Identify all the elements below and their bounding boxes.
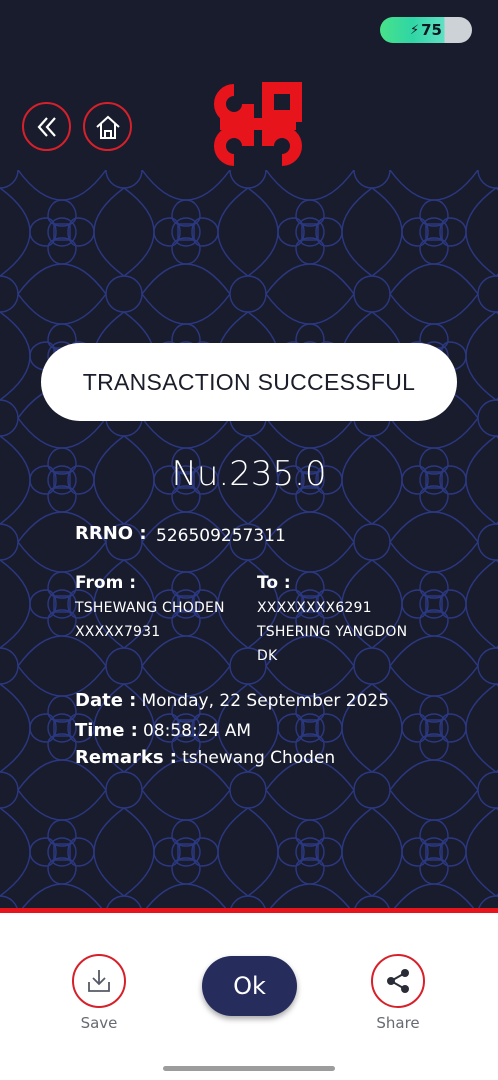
to-account: XXXXXXXX6291	[257, 600, 372, 616]
share-button[interactable]	[371, 954, 425, 1008]
ok-button[interactable]: Ok	[202, 956, 297, 1016]
save-label: Save	[80, 1014, 118, 1032]
rrno-label: RRNO :	[75, 523, 147, 544]
date-row: Date : Monday, 22 September 2025	[75, 690, 389, 711]
remarks-value: tshewang Choden	[182, 748, 336, 768]
download-icon	[88, 970, 110, 992]
status-banner: TRANSACTION SUCCESSFUL	[41, 343, 457, 421]
receipt-screen: ⚡ 75 TRANSACTION SUCCESSFUL Nu.235.0 RRN…	[0, 0, 498, 908]
date-label: Date :	[75, 690, 137, 711]
home-indicator[interactable]	[163, 1066, 335, 1071]
bank-logo	[214, 82, 302, 166]
remarks-row: Remarks : tshewang Choden	[75, 747, 335, 768]
back-button[interactable]	[22, 102, 71, 151]
rrno-value: 526509257311	[156, 526, 286, 546]
from-name: TSHEWANG CHODEN	[75, 600, 225, 616]
home-button[interactable]	[83, 102, 132, 151]
date-value: Monday, 22 September 2025	[141, 691, 390, 711]
to-name-line2: DK	[257, 648, 278, 664]
home-icon	[95, 115, 120, 139]
remarks-label: Remarks :	[75, 747, 177, 768]
share-icon	[387, 969, 409, 993]
from-label: From :	[75, 573, 137, 593]
battery-level: 75	[421, 21, 442, 39]
save-button[interactable]	[72, 954, 126, 1008]
from-account: XXXXX7931	[75, 624, 161, 640]
time-label: Time :	[75, 720, 138, 741]
lightning-icon: ⚡	[409, 22, 420, 38]
battery-indicator: ⚡ 75	[380, 17, 472, 43]
to-name-line1: TSHERING YANGDON	[257, 624, 408, 640]
to-label: To :	[257, 573, 291, 593]
double-chevron-left-icon	[37, 116, 56, 137]
time-row: Time : 08:58:24 AM	[75, 720, 251, 741]
time-value: 08:58:24 AM	[142, 721, 252, 741]
share-label: Share	[376, 1014, 420, 1032]
transaction-amount: Nu.235.0	[171, 454, 327, 494]
